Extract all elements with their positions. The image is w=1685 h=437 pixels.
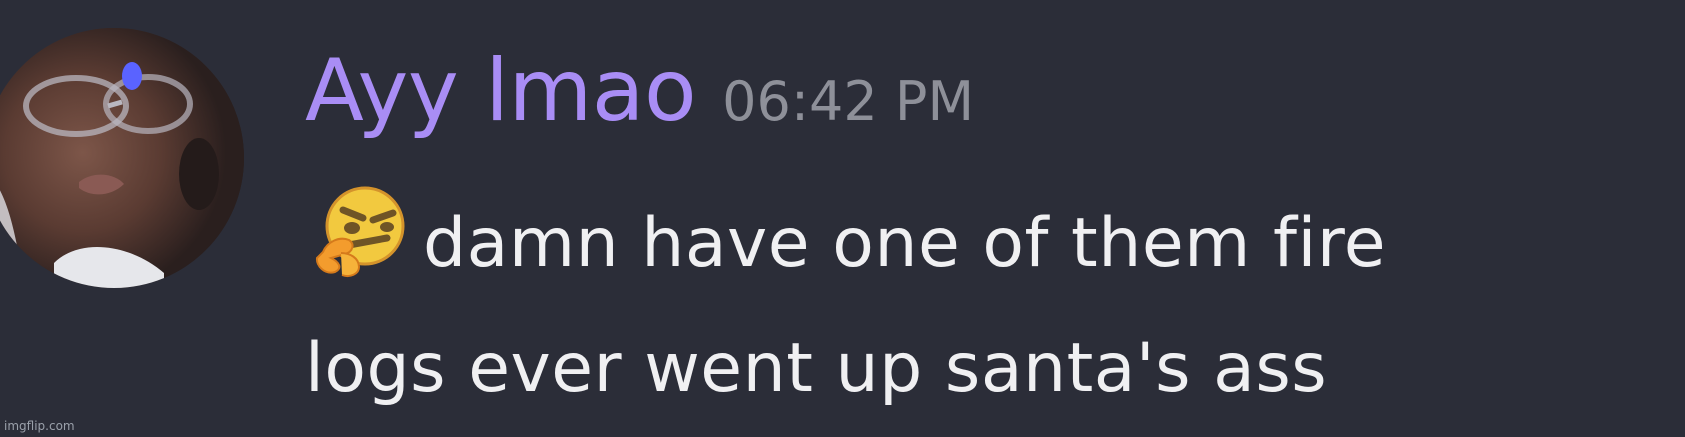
timestamp: 06:42 PM [722, 70, 975, 133]
avatar[interactable] [0, 28, 244, 288]
message-text-line-2: logs ever went up santa's ass [305, 329, 1328, 408]
message-header: Ayy lmao 06:42 PM [305, 48, 974, 148]
thinking-face-icon [305, 180, 421, 280]
chat-message: Ayy lmao 06:42 PM damn have one of them … [0, 0, 1685, 437]
message-content: damn have one of them fire logs ever wen… [305, 180, 1555, 431]
watermark: imgflip.com [4, 419, 75, 433]
message-line-2: logs ever went up santa's ass [305, 306, 1555, 431]
message-line-1: damn have one of them fire [305, 180, 1555, 306]
message-text-line-1: damn have one of them fire [423, 204, 1387, 283]
username[interactable]: Ayy lmao [305, 48, 697, 134]
avatar-photo [0, 28, 244, 288]
